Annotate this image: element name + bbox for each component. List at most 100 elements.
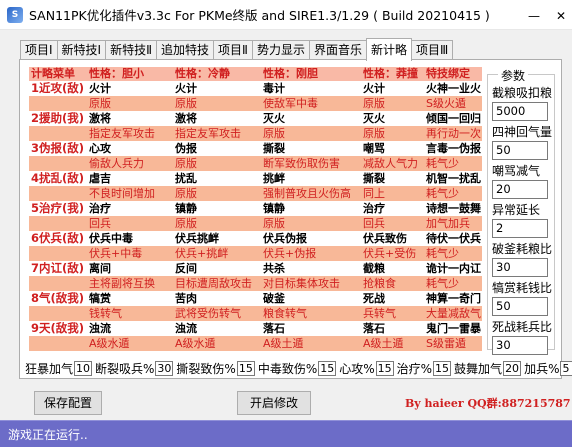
bottom-param-input[interactable]: 15 <box>433 360 452 376</box>
strategy-cell[interactable]: 心攻 <box>87 141 173 156</box>
strategy-desc-cell: 钱转气 <box>89 307 122 320</box>
strategy-desc-cell: 使敌军中毒 <box>263 97 318 110</box>
tab-7[interactable]: 新计略 <box>365 38 412 61</box>
app-icon: S <box>7 6 23 23</box>
strategy-cell[interactable]: 苦肉 <box>173 291 261 306</box>
strategy-cell[interactable]: 浊流 <box>87 321 173 336</box>
strategy-desc-cell: 主将副将互换 <box>89 277 155 290</box>
strategy-cell[interactable]: 鬼门一雷暴 <box>424 321 482 336</box>
strategy-cell[interactable]: 镇静 <box>173 201 261 216</box>
bottom-param-input[interactable]: 30 <box>155 360 174 376</box>
tab-3[interactable]: 追加特技 <box>156 40 215 60</box>
strategy-cell[interactable]: 截粮 <box>361 261 424 276</box>
param-input[interactable]: 20 <box>492 180 548 199</box>
tab-5[interactable]: 势力显示 <box>251 40 310 60</box>
strategy-cell[interactable]: 火计 <box>87 81 173 96</box>
strategy-desc-cell: 原版 <box>263 217 285 230</box>
strategy-cell[interactable]: 激将 <box>87 111 173 126</box>
tab-8[interactable]: 项目Ⅲ <box>411 40 454 60</box>
strategy-cell[interactable]: 激将 <box>173 111 261 126</box>
tab-2[interactable]: 新特技Ⅱ <box>105 40 158 60</box>
tab-4[interactable]: 项目Ⅱ <box>213 40 253 60</box>
strategy-grid: 计略菜单 性格：胆小 性格：冷静 性格：刚胆 性格：莽撞 特技绑定 1近攻(敌) 火计 火计毒… <box>29 67 482 351</box>
save-config-button[interactable]: 保存配置 <box>34 391 102 415</box>
bottom-param-input[interactable]: 10 <box>74 360 93 376</box>
strategy-cell[interactable]: 灭火 <box>361 111 424 126</box>
strategy-desc-cell: A级土遁 <box>363 337 404 350</box>
strategy-cell[interactable]: 落石 <box>361 321 424 336</box>
param-input[interactable]: 30 <box>492 336 548 355</box>
param-input[interactable]: 50 <box>492 297 548 316</box>
strategy-cell[interactable]: 机智一扰乱 <box>424 171 482 186</box>
tab-6[interactable]: 界面音乐 <box>308 40 367 60</box>
strategy-cell[interactable]: 挑衅 <box>261 171 361 186</box>
param-input[interactable]: 5000 <box>492 102 548 121</box>
strategy-cell[interactable]: 待伏一伏兵 <box>424 231 482 246</box>
strategy-cell[interactable]: 火计 <box>173 81 261 96</box>
param-label: 犒赏耗钱比 <box>492 281 553 295</box>
strategy-cell[interactable]: 言毒一伪报 <box>424 141 482 156</box>
strategy-desc-cell: A级土遁 <box>263 337 304 350</box>
param-input[interactable]: 2 <box>492 219 548 238</box>
strategy-menu-name: 3伪报(敌) <box>31 141 85 155</box>
strategy-cell[interactable]: 撕裂 <box>261 141 361 156</box>
strategy-row: 7内讧(敌) 离间 反间 共杀 截粮 诡计一内讧 主将副将互换 目标遭周敌攻击 对目标集体攻击 抢… <box>29 261 482 291</box>
strategy-cell[interactable]: 伪报 <box>173 141 261 156</box>
tab-0[interactable]: 项目Ⅰ <box>20 40 58 60</box>
strategy-cell[interactable]: 镇静 <box>261 201 361 216</box>
strategy-cell[interactable]: 伏兵致伤 <box>361 231 424 246</box>
strategy-cell[interactable]: 扰乱 <box>173 171 261 186</box>
param-input[interactable]: 50 <box>492 141 548 160</box>
strategy-cell[interactable]: 落石 <box>261 321 361 336</box>
strategy-cell[interactable]: 浊流 <box>173 321 261 336</box>
strategy-cell[interactable]: 离间 <box>87 261 173 276</box>
strategy-cell[interactable]: 破釜 <box>261 291 361 306</box>
bottom-param-label: 治疗% <box>396 361 433 376</box>
start-modify-button[interactable]: 开启修改 <box>237 391 311 415</box>
strategy-desc-cell: 兵转气 <box>363 307 396 320</box>
strategy-cell[interactable]: 诡计一内讧 <box>424 261 482 276</box>
bottom-param-input[interactable]: 15 <box>236 360 255 376</box>
strategy-desc-cell: 目标遭周敌攻击 <box>175 277 252 290</box>
param-label: 破釜耗粮比 <box>492 242 553 256</box>
strategy-cell[interactable]: 火神一业火 <box>424 81 482 96</box>
strategy-cell[interactable]: 嘲骂 <box>361 141 424 156</box>
param-label: 异常延长 <box>492 203 541 217</box>
strategy-cell[interactable]: 虐吉 <box>87 171 173 186</box>
strategy-cell[interactable]: 犒赏 <box>87 291 173 306</box>
strategy-cell[interactable]: 伏兵挑衅 <box>173 231 261 246</box>
strategy-row-desc: 伏兵+中毒 伏兵+挑衅 伏兵+伪报 伏兵+受伤 耗气少 <box>29 246 482 261</box>
strategy-cell[interactable]: 伏兵伪报 <box>261 231 361 246</box>
bottom-param-input[interactable]: 15 <box>318 360 337 376</box>
bottom-param-input[interactable]: 20 <box>503 360 522 376</box>
minimize-button[interactable]: — <box>528 9 540 23</box>
strategy-desc-cell: S级雷遁 <box>426 337 466 350</box>
strategy-row-top: 1近攻(敌) 火计 火计 毒计 火计 火神一业火 <box>29 81 482 96</box>
strategy-desc-cell: 指定友军攻击 <box>89 127 155 140</box>
bottom-param-input[interactable]: 15 <box>375 360 394 376</box>
strategy-cell[interactable]: 灭火 <box>261 111 361 126</box>
strategy-cell[interactable]: 伏兵中毒 <box>87 231 173 246</box>
bottom-param-input[interactable]: 5 <box>560 360 572 376</box>
tab-1[interactable]: 新特技Ⅰ <box>56 40 107 60</box>
strategy-cell[interactable]: 毒计 <box>261 81 361 96</box>
strategy-cell[interactable]: 死战 <box>361 291 424 306</box>
strategy-cell[interactable]: 治疗 <box>361 201 424 216</box>
strategy-cell[interactable]: 火计 <box>361 81 424 96</box>
close-button[interactable]: ✕ <box>556 9 566 23</box>
strategy-cell[interactable]: 倾国一回归 <box>424 111 482 126</box>
strategy-cell[interactable]: 撕裂 <box>361 171 424 186</box>
param-label: 截粮吸扣粮 <box>492 86 553 100</box>
strategy-desc-cell: 原版 <box>175 187 197 200</box>
bottom-params: 狂暴加气 10 断裂吸兵% 30 撕裂致伤% 15 中毒致伤% 15 心攻% 15 治疗% 15 鼓舞加… <box>25 360 572 376</box>
param-input[interactable]: 30 <box>492 258 548 277</box>
strategy-cell[interactable]: 共杀 <box>261 261 361 276</box>
strategy-row: 8气(敌我) 犒赏 苦肉 破釜 死战 神算一奇门 钱转气 武将受伤转气 粮食转气 兵转气 大量减敌气 <box>29 291 482 321</box>
strategy-cell[interactable]: 反间 <box>173 261 261 276</box>
strategy-cell[interactable]: 神算一奇门 <box>424 291 482 306</box>
strategy-desc-cell: 回兵 <box>363 217 385 230</box>
tab-strip: 项目Ⅰ 新特技Ⅰ 新特技Ⅱ 追加特技 项目Ⅱ 势力显示 界面音乐 新计略 项目Ⅲ <box>20 38 454 61</box>
strategy-cell[interactable]: 诗想一鼓舞 <box>424 201 482 216</box>
strategy-menu-name: 4扰乱(敌) <box>31 171 85 185</box>
strategy-cell[interactable]: 治疗 <box>87 201 173 216</box>
